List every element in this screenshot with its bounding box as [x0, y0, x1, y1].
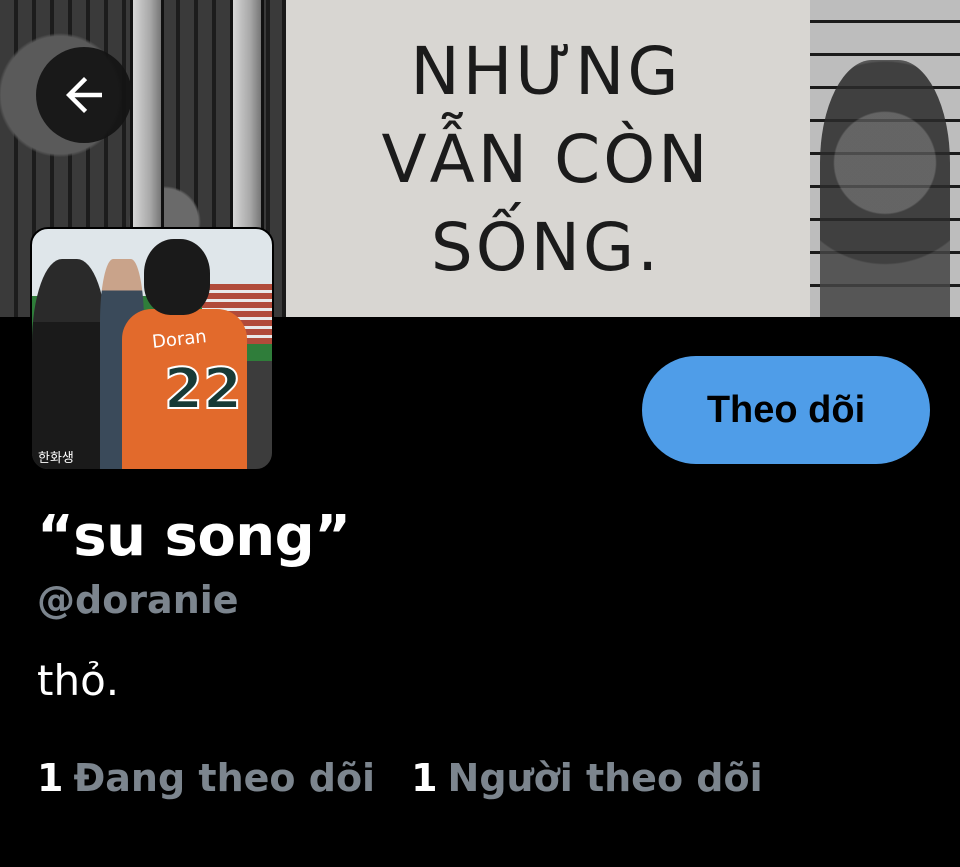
followers-count: 1 — [411, 756, 438, 800]
following-label: Đang theo dõi — [73, 756, 376, 800]
avatar-person — [32, 259, 107, 469]
following-link[interactable]: 1 Đang theo dõi — [37, 756, 375, 800]
banner-caption: NHƯNG VẪN CÒN SỐNG. — [381, 33, 711, 286]
following-count: 1 — [37, 756, 64, 800]
bio: thỏ. — [37, 656, 120, 705]
user-handle: @doranie — [37, 578, 239, 622]
avatar-jersey-number: 22 — [163, 356, 243, 423]
banner-art-right — [810, 0, 960, 317]
avatar-head — [144, 239, 210, 315]
follow-button[interactable]: Theo dõi — [642, 356, 930, 464]
followers-link[interactable]: 1 Người theo dõi — [411, 756, 763, 800]
avatar[interactable]: Doran 22 한화생 — [30, 227, 274, 471]
followers-label: Người theo dõi — [447, 756, 763, 800]
follow-stats: 1 Đang theo dõi 1 Người theo dõi — [37, 756, 763, 800]
avatar-sleeve-text: 한화생 — [38, 451, 74, 466]
back-button[interactable] — [36, 47, 132, 143]
display-name: “su song” — [37, 504, 351, 569]
arrow-left-icon — [66, 77, 102, 113]
